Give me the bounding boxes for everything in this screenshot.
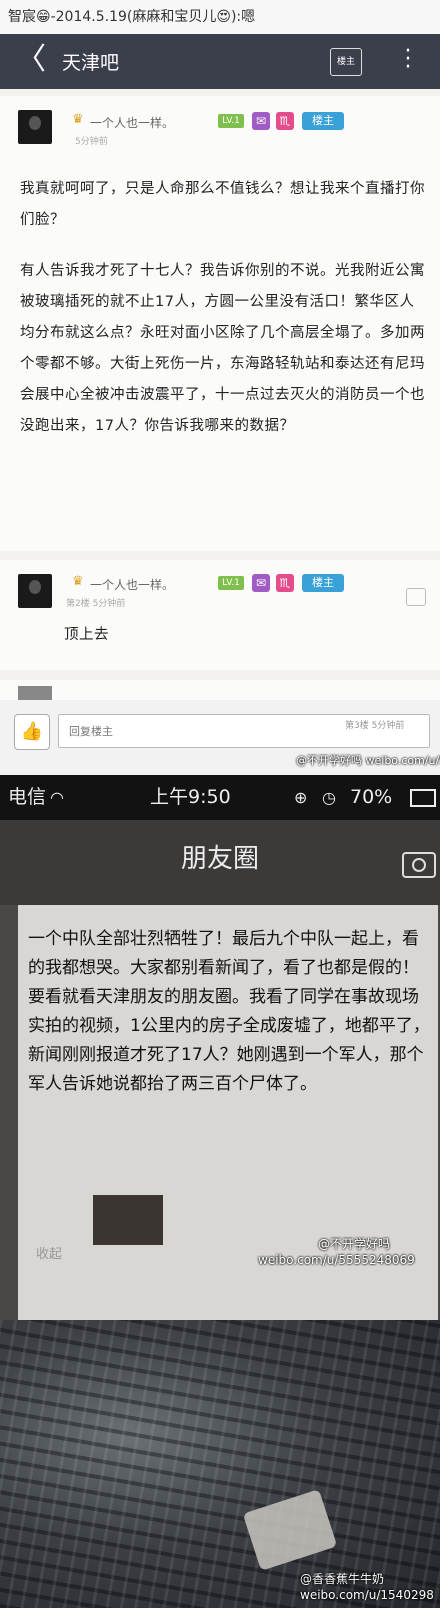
username[interactable]: 一个人也一样。 — [90, 114, 174, 131]
username[interactable]: 一个人也一样。 — [90, 576, 174, 593]
crown-icon: ♛ — [72, 112, 84, 127]
crown-icon: ♛ — [72, 574, 84, 589]
watermark-user: @不开学好吗 — [318, 1237, 391, 1251]
moments-post: 一个中队全部壮烈牺牲了！最后九个中队一起上，看的我都想哭。大家都别看新闻了，看了… — [18, 905, 438, 1320]
phone-status-bar: 电信 ◠ 上午9:50 ⊕ ◷ 70% — [0, 775, 440, 820]
owner-tag: 楼主 — [302, 574, 344, 592]
more-icon: · · · — [404, 39, 412, 80]
post-reply: ♛ 一个人也一样。 LV.1 ✉ ♏ 楼主 第2楼 5分钟前 顶上去 — [0, 560, 440, 670]
aerial-photo: @香香蕉牛牛奶 weibo.com/u/1540298 — [0, 1320, 440, 1608]
member-icon: ♏ — [276, 112, 294, 130]
owner-only-button[interactable]: 楼主 — [330, 48, 362, 76]
avatar[interactable] — [18, 574, 52, 608]
status-text: 智宸😁-2014.5.19(麻麻和宝贝儿😍):嗯 — [8, 9, 256, 25]
owner-tag: 楼主 — [302, 112, 344, 130]
level-badge: LV.1 — [218, 114, 244, 128]
moments-title: 朋友圈 — [180, 844, 259, 874]
member-icon: ✉ — [252, 112, 270, 130]
post-text: 顶上去 — [64, 627, 109, 643]
post-time: 5分钟前 — [75, 137, 108, 147]
watermark-url: weibo.com/u/1540298 — [300, 1588, 434, 1602]
battery-text: 70% — [350, 786, 393, 808]
reply-bar: 👍 回复楼主 第3楼 5分钟前 @不开学好吗 weibo.com/u/55552… — [0, 700, 440, 775]
alarm-icon: ◷ — [322, 788, 336, 807]
watermark-url: weibo.com/u/5555248069 — [258, 1253, 415, 1267]
clock: 上午9:50 — [150, 786, 231, 808]
reply-icon[interactable] — [406, 588, 426, 606]
post-main: ♛ 一个人也一样。 LV.1 ✉ ♏ 楼主 5分钟前 我真就呵呵了，只是人命那么… — [0, 96, 440, 551]
more-menu-button[interactable]: · · · — [398, 39, 418, 80]
watermark: @不开学好吗 weibo.com/u/5555248069 — [296, 754, 440, 767]
avatar — [18, 686, 52, 700]
lock-icon: ⊕ — [294, 788, 308, 807]
member-icon: ♏ — [276, 574, 294, 592]
post-meta: 第2楼 5分钟前 — [66, 599, 126, 609]
level-badge: LV.1 — [218, 576, 244, 590]
post-meta: 第3楼 5分钟前 — [345, 721, 405, 731]
thumbs-up-icon: 👍 — [20, 721, 44, 742]
collapse-link[interactable]: 收起 — [36, 1243, 62, 1262]
carrier: 电信 — [8, 786, 47, 808]
wifi-icon: ◠ — [50, 788, 64, 807]
post-paragraph: 我真就呵呵了，只是人命那么不值钱么？想让我来个直播打你们脸？ — [20, 181, 425, 228]
battery-icon — [410, 789, 436, 807]
post-paragraph: 有人告诉我才死了十七人？我告诉你别的不说。光我附近公寓被玻璃插死的就不止17人，… — [20, 263, 425, 434]
nav-bar: 〈 天津吧 楼主 · · · — [0, 34, 440, 89]
status-bar: 智宸😁-2014.5.19(麻麻和宝贝儿😍):嗯 — [0, 0, 440, 34]
burned-cars-image — [0, 1320, 440, 1608]
page-title: 天津吧 — [62, 52, 120, 74]
watermark-user: @香香蕉牛牛奶 — [300, 1572, 385, 1586]
like-button[interactable]: 👍 — [14, 714, 50, 750]
post-partial — [0, 680, 440, 700]
moments-post-text: 一个中队全部壮烈牺牲了！最后九个中队一起上，看的我都想哭。大家都别看新闻了，看了… — [28, 929, 430, 1094]
camera-icon[interactable] — [402, 852, 436, 878]
video-thumbnail[interactable] — [93, 1195, 163, 1245]
back-button[interactable]: 〈 — [14, 44, 48, 78]
member-icon: ✉ — [252, 574, 270, 592]
avatar[interactable] — [18, 110, 52, 144]
moments-header: 朋友圈 — [0, 820, 440, 905]
forum-screenshot: 智宸😁-2014.5.19(麻麻和宝贝儿😍):嗯 〈 天津吧 楼主 · · · ♛ … — [0, 0, 440, 775]
phone-photo: 电信 ◠ 上午9:50 ⊕ ◷ 70% 朋友圈 一个中队全部壮烈牺牲了！最后九个… — [0, 775, 440, 1320]
